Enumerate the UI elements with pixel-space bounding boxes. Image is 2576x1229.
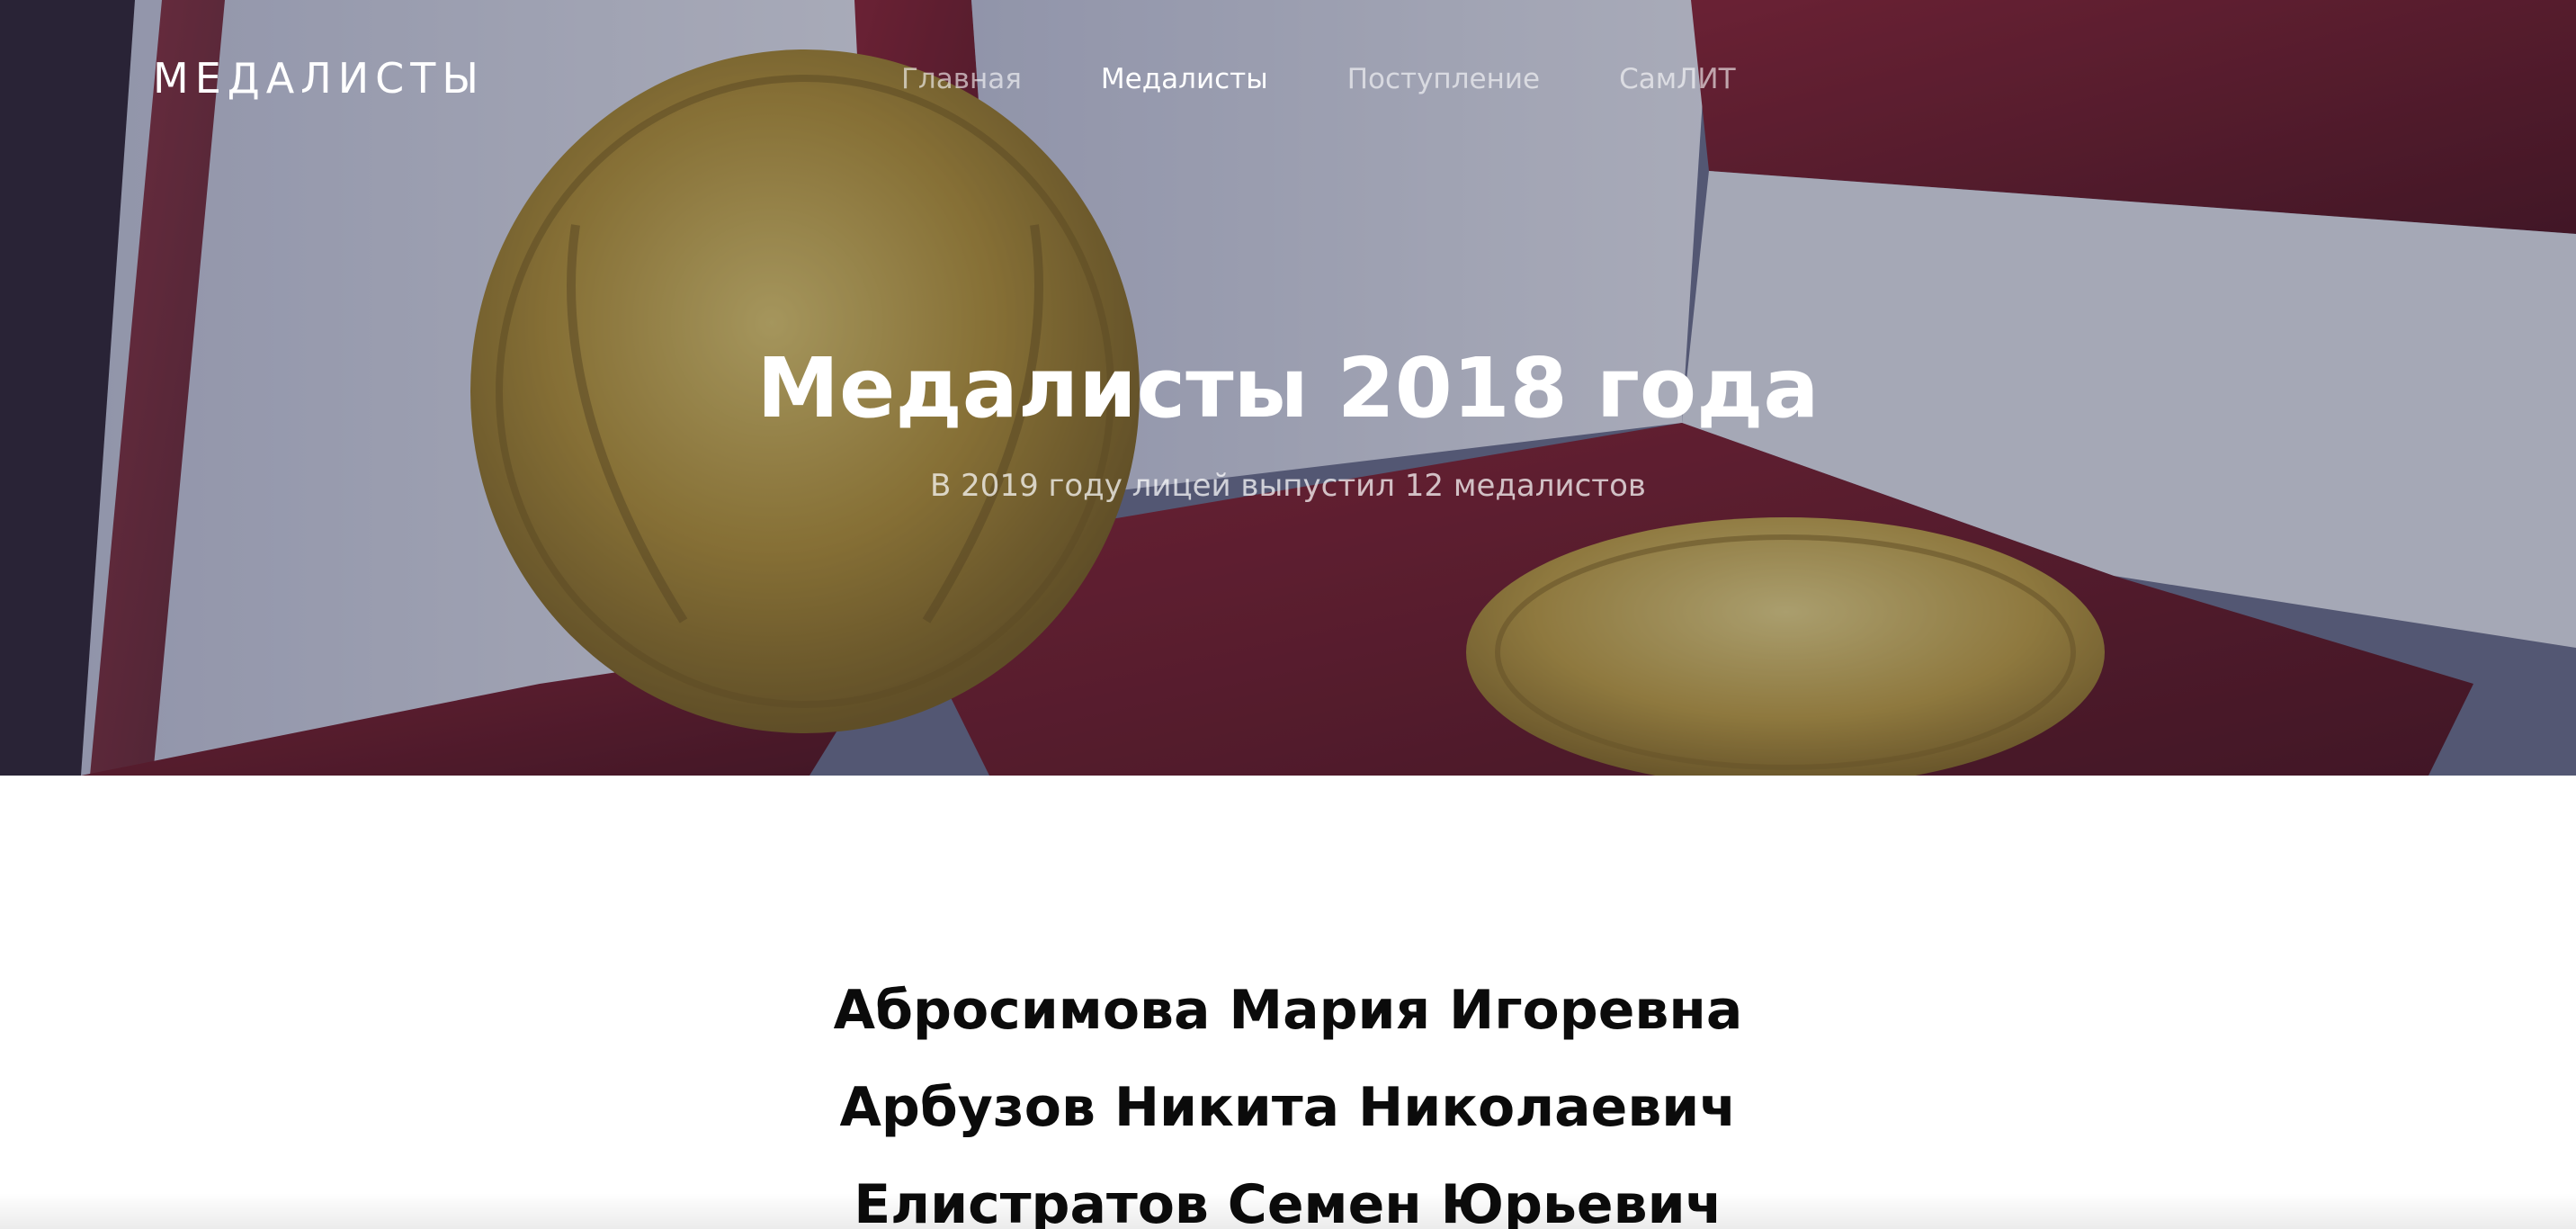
page-title: Медалисты 2018 года — [756, 340, 1820, 436]
list-item: Арбузов Никита Николаевич — [839, 1076, 1737, 1139]
hero-banner: МЕДАЛИСТЫ Главная Медалисты Поступление … — [0, 0, 2576, 776]
nav-link-home[interactable]: Главная — [901, 63, 1022, 95]
page: МЕДАЛИСТЫ Главная Медалисты Поступление … — [0, 0, 2576, 1229]
list-item: Абросимова Мария Игоревна — [833, 979, 1743, 1042]
nav-links: Главная Медалисты Поступление СамЛИТ — [901, 63, 1815, 95]
navbar: МЕДАЛИСТЫ Главная Медалисты Поступление … — [0, 0, 2576, 166]
nav-link-samlit[interactable]: СамЛИТ — [1619, 63, 1735, 95]
nav-link-medalists[interactable]: Медалисты — [1101, 63, 1268, 95]
scroll-fade — [0, 1193, 2576, 1229]
brand-logo[interactable]: МЕДАЛИСТЫ — [153, 54, 485, 103]
page-subtitle: В 2019 году лицей выпустил 12 медалистов — [930, 468, 1646, 504]
medalist-list: Абросимова Мария Игоревна Арбузов Никита… — [0, 970, 2576, 1229]
nav-link-admission[interactable]: Поступление — [1347, 63, 1540, 95]
